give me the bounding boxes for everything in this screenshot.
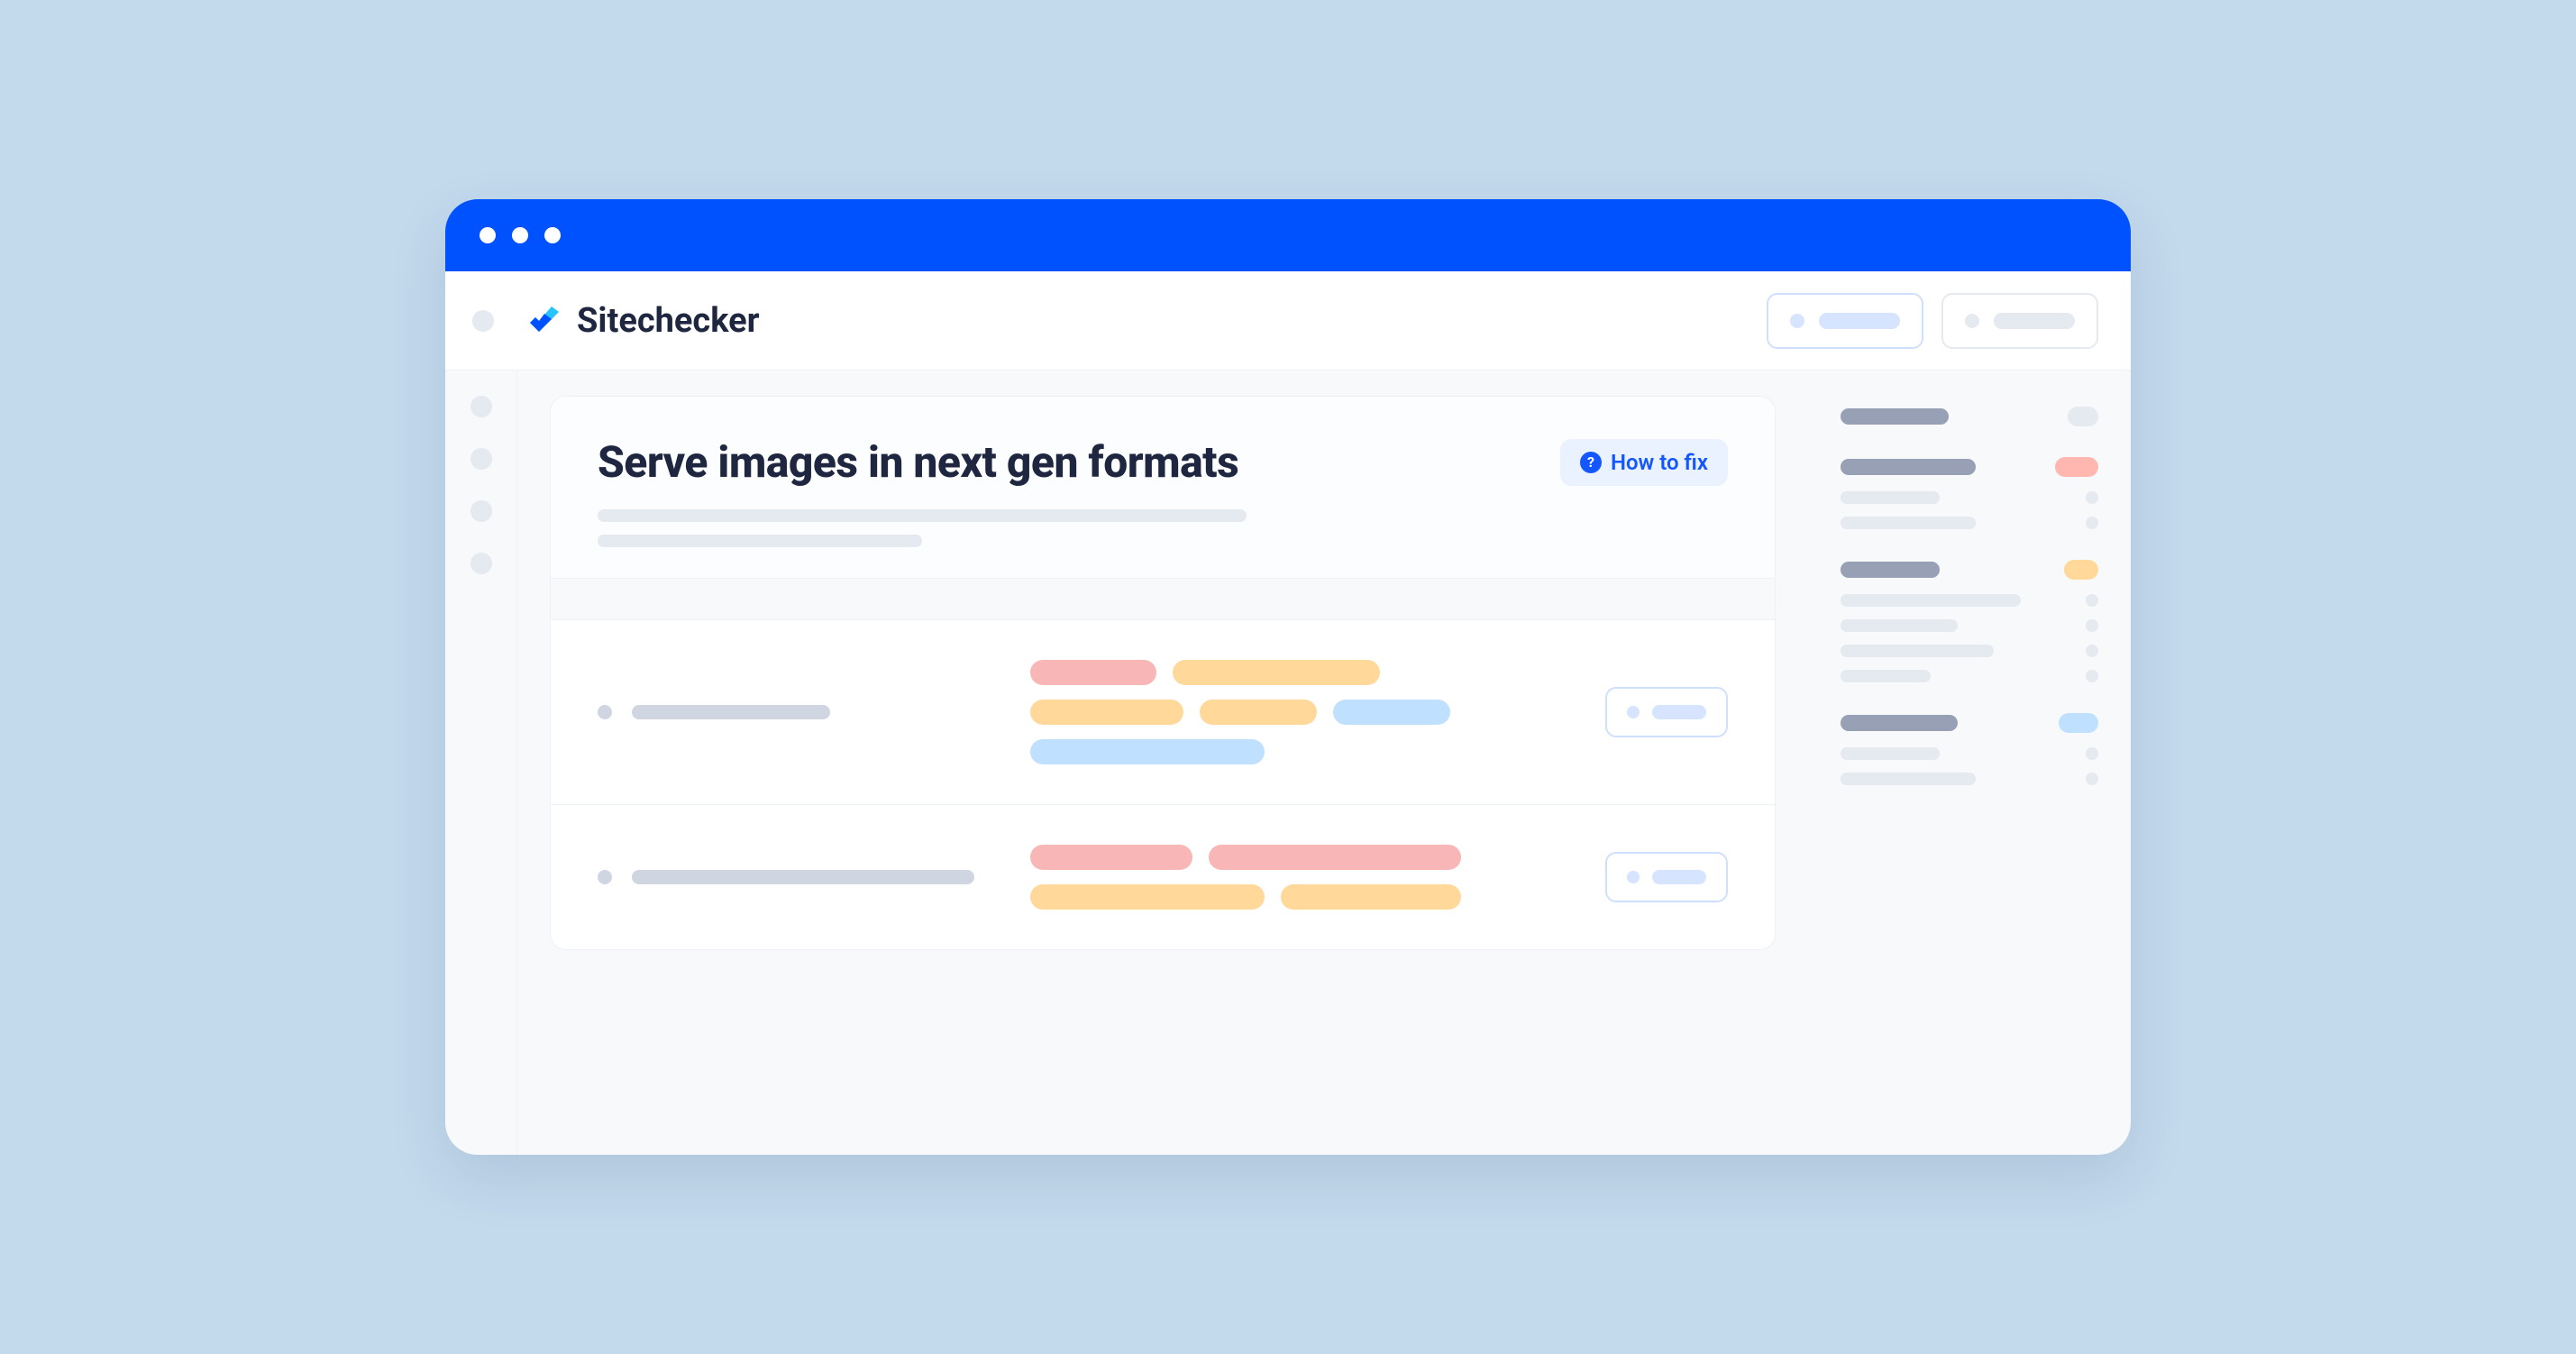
- count-badge: [2068, 407, 2098, 426]
- how-to-fix-button[interactable]: ? How to fix: [1560, 439, 1728, 486]
- menu-toggle-icon[interactable]: [472, 310, 494, 332]
- placeholder-icon: [1627, 706, 1640, 718]
- count-badge: [2055, 457, 2098, 477]
- count-badge: [2064, 560, 2098, 580]
- tag[interactable]: [1030, 700, 1183, 725]
- header-action-secondary[interactable]: [1941, 293, 2098, 349]
- brand-name: Sitechecker: [577, 301, 760, 341]
- tag[interactable]: [1200, 700, 1317, 725]
- placeholder-text: [1819, 313, 1900, 329]
- window-titlebar: [445, 199, 2131, 271]
- browser-window: Sitechecker Serve images in next gen for…: [445, 199, 2131, 1155]
- row-tags: [1030, 660, 1535, 764]
- placeholder-text: [1994, 313, 2075, 329]
- row-action-button[interactable]: [1605, 852, 1728, 902]
- summary-group: [1841, 560, 2098, 682]
- tag[interactable]: [1030, 845, 1192, 870]
- count-badge: [2059, 713, 2098, 733]
- tag[interactable]: [1030, 739, 1265, 764]
- url-placeholder: [632, 870, 974, 884]
- group-title-placeholder: [1841, 459, 1976, 475]
- sidebar-nav: [445, 371, 517, 1155]
- url-placeholder: [632, 705, 830, 719]
- summary-item[interactable]: [1841, 594, 2098, 607]
- status-icon: [598, 705, 612, 719]
- sidebar-item[interactable]: [470, 396, 492, 417]
- summary-item[interactable]: [1841, 747, 2098, 760]
- page-title: Serve images in next gen formats: [598, 436, 1238, 488]
- sidebar-item[interactable]: [470, 553, 492, 574]
- brand-logo[interactable]: Sitechecker: [525, 301, 760, 341]
- table-row: [551, 805, 1775, 949]
- description-placeholder: [598, 509, 1728, 547]
- group-title-placeholder: [1841, 408, 1949, 425]
- window-control-maximize[interactable]: [544, 227, 561, 243]
- group-title-placeholder: [1841, 715, 1958, 731]
- placeholder-icon: [1790, 314, 1804, 328]
- tag[interactable]: [1209, 845, 1461, 870]
- tag[interactable]: [1173, 660, 1380, 685]
- placeholder-icon: [1627, 871, 1640, 883]
- row-tags: [1030, 845, 1535, 910]
- header-action-primary[interactable]: [1767, 293, 1923, 349]
- issue-card: Serve images in next gen formats ? How t…: [550, 396, 1776, 950]
- card-header: Serve images in next gen formats ? How t…: [551, 397, 1775, 579]
- card-filter-bar: [551, 579, 1775, 620]
- sidebar-item[interactable]: [470, 500, 492, 522]
- tag[interactable]: [1030, 660, 1156, 685]
- table-row: [551, 620, 1775, 805]
- summary-group: [1841, 457, 2098, 529]
- tag[interactable]: [1333, 700, 1450, 725]
- how-to-fix-label: How to fix: [1611, 450, 1708, 475]
- summary-item[interactable]: [1841, 619, 2098, 632]
- sidebar-item[interactable]: [470, 448, 492, 470]
- group-title-placeholder: [1841, 562, 1940, 578]
- summary-item[interactable]: [1841, 491, 2098, 504]
- window-control-minimize[interactable]: [512, 227, 528, 243]
- summary-sidebar: [1815, 371, 2131, 1155]
- summary-item[interactable]: [1841, 670, 2098, 682]
- row-url-cell[interactable]: [598, 705, 994, 719]
- tag[interactable]: [1281, 884, 1461, 910]
- row-action-button[interactable]: [1605, 687, 1728, 737]
- summary-item[interactable]: [1841, 773, 2098, 785]
- summary-item[interactable]: [1841, 517, 2098, 529]
- main-content: Serve images in next gen formats ? How t…: [517, 371, 1815, 1155]
- summary-item[interactable]: [1841, 645, 2098, 657]
- checkmark-icon: [525, 301, 564, 341]
- placeholder-text: [1652, 870, 1706, 884]
- tag[interactable]: [1030, 884, 1265, 910]
- row-url-cell[interactable]: [598, 870, 994, 884]
- summary-group: [1841, 407, 2098, 426]
- window-control-close[interactable]: [480, 227, 496, 243]
- summary-group: [1841, 713, 2098, 785]
- app-header: Sitechecker: [445, 271, 2131, 371]
- placeholder-text: [1652, 705, 1706, 719]
- help-icon: ?: [1580, 452, 1602, 473]
- app-body: Serve images in next gen formats ? How t…: [445, 371, 2131, 1155]
- placeholder-icon: [1965, 314, 1979, 328]
- status-icon: [598, 870, 612, 884]
